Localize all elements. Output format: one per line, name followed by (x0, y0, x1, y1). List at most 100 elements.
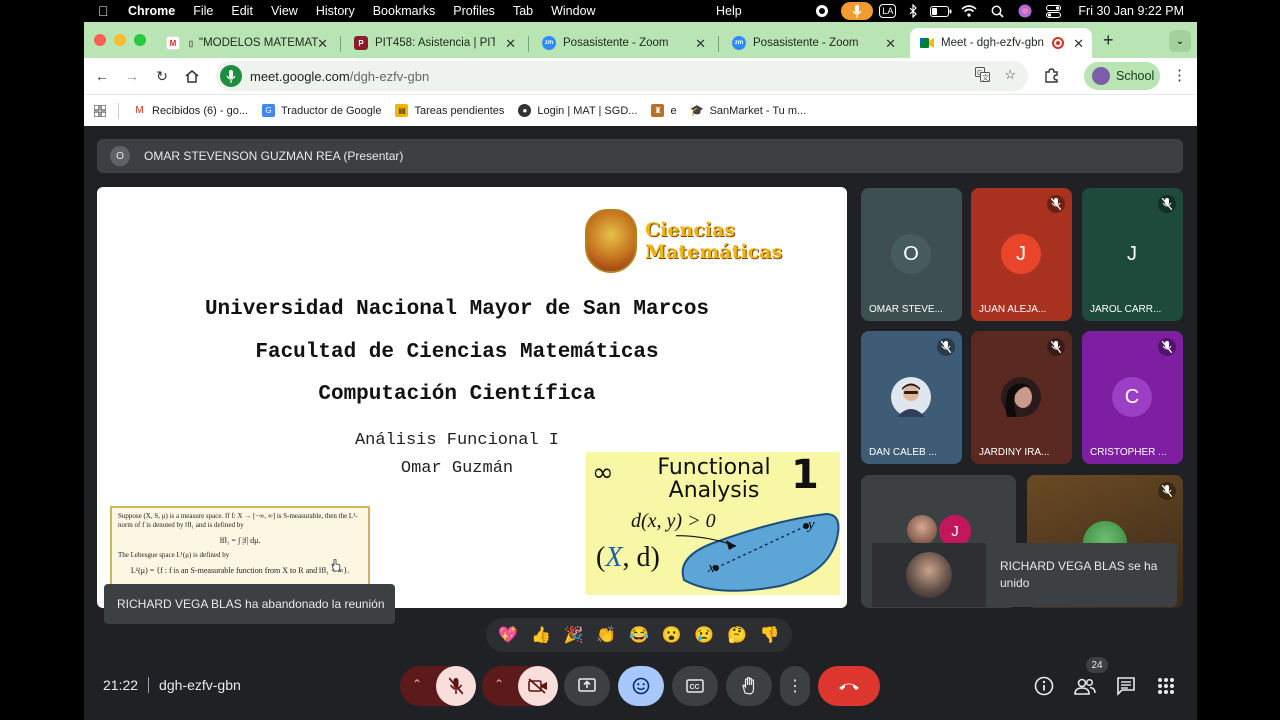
cover-point-x: x (708, 560, 715, 576)
reactions-toggle-button[interactable] (618, 666, 664, 706)
activities-button[interactable] (1153, 673, 1179, 699)
record-status-icon[interactable] (811, 3, 833, 19)
mic-options-chevron-icon[interactable]: ⌃ (412, 677, 422, 691)
more-vertical-icon: ⋮ (787, 678, 803, 695)
bookmark-recibidos[interactable]: M Recibidos (6) - go... (133, 104, 248, 117)
extensions-puzzle-icon[interactable] (1044, 68, 1059, 86)
tab-search-chevron-icon[interactable]: ⌄ (1169, 30, 1191, 52)
notification-photo (872, 543, 986, 607)
close-tab-icon[interactable]: ✕ (317, 36, 328, 52)
menu-help[interactable]: Help (716, 4, 742, 18)
address-bar[interactable]: meet.google.com/dgh-ezfv-gbn G文 ☆ (216, 61, 1028, 91)
toggle-camera-button[interactable] (518, 666, 558, 706)
participant-tile-dan[interactable]: DAN CALEB ... (861, 331, 962, 464)
microphone-in-use-icon[interactable] (841, 2, 874, 20)
home-icon[interactable] (182, 66, 202, 86)
captions-button[interactable]: CC (672, 666, 718, 706)
new-tab-plus-icon[interactable]: + (1103, 30, 1114, 51)
menu-view[interactable]: View (271, 4, 298, 18)
menu-file[interactable]: File (193, 4, 213, 18)
apps-grid-icon[interactable] (94, 104, 106, 117)
participant-tile-cristopher[interactable]: C CRISTOPHER ... (1082, 331, 1183, 464)
translate-icon[interactable]: G文 (975, 67, 991, 85)
reaction-thumbs-up-button[interactable]: 👍 (531, 625, 551, 645)
people-button[interactable] (1072, 673, 1098, 699)
presentation-slide[interactable]: Ciencias Matemáticas Universidad Naciona… (97, 187, 847, 608)
maximize-window-button[interactable] (134, 34, 146, 46)
tab-pit458[interactable]: P PIT458: Asistencia | PITVIRTUAL ✕ (344, 28, 524, 58)
leave-call-button[interactable] (818, 666, 880, 706)
bookmark-tareas[interactable]: ▤ Tareas pendientes (395, 104, 504, 117)
participant-tile-jardiny[interactable]: JARDINY IRA... (971, 331, 1072, 464)
translate-icon: G (261, 104, 275, 117)
bookmark-star-icon[interactable]: ☆ (1004, 67, 1016, 85)
raise-hand-button[interactable] (726, 666, 772, 706)
control-center-icon[interactable] (1042, 3, 1064, 19)
close-tab-icon[interactable]: ✕ (505, 36, 516, 52)
siri-icon[interactable] (1014, 3, 1036, 19)
menu-chrome[interactable]: Chrome (128, 4, 175, 18)
menu-window[interactable]: Window (551, 4, 595, 18)
menu-bookmarks[interactable]: Bookmarks (373, 4, 436, 18)
menu-tab[interactable]: Tab (513, 4, 533, 18)
reaction-clap-button[interactable]: 👏 (596, 625, 616, 645)
participant-photo (906, 552, 952, 598)
participant-avatar: J (1112, 234, 1152, 274)
bookmark-traductor[interactable]: G Traductor de Google (261, 104, 381, 117)
reaction-sad-button[interactable]: 😢 (694, 625, 714, 645)
reaction-surprised-button[interactable]: 😮 (662, 625, 682, 645)
bookmark-e[interactable]: ♜ e (651, 104, 677, 117)
input-source-badge[interactable]: LA (879, 4, 897, 18)
presenter-bar[interactable]: O OMAR STEVENSON GUZMAN REA (Presentar) (97, 139, 1183, 173)
participant-tile-jarol[interactable]: J JAROL CARR... (1082, 188, 1183, 321)
camera-options-chevron-icon[interactable]: ⌃ (494, 677, 504, 691)
reaction-heart-button[interactable]: 💖 (498, 625, 518, 645)
close-tab-icon[interactable]: ✕ (1073, 36, 1084, 52)
meeting-details-button[interactable] (1031, 673, 1057, 699)
cover-space-x: X (605, 542, 623, 573)
profile-button[interactable]: School (1084, 62, 1160, 90)
toggle-microphone-button[interactable] (436, 666, 476, 706)
reaction-laugh-button[interactable]: 😂 (629, 625, 649, 645)
chrome-menu-icon[interactable]: ⋮ (1172, 66, 1187, 84)
back-arrow-icon[interactable]: ← (92, 66, 112, 86)
menu-history[interactable]: History (316, 4, 355, 18)
tab-separator (340, 36, 341, 52)
close-window-button[interactable] (94, 34, 106, 46)
close-tab-icon[interactable]: ✕ (885, 36, 896, 52)
battery-icon[interactable] (930, 3, 952, 19)
logo-line-1: Ciencias (645, 219, 736, 241)
spotlight-search-icon[interactable] (986, 3, 1008, 19)
menu-edit[interactable]: Edit (231, 4, 253, 18)
excerpt-paragraph: The Lebesgue space L¹(μ) is defined by (118, 551, 230, 559)
reaction-party-button[interactable]: 🎉 (564, 625, 584, 645)
site-microphone-icon[interactable] (220, 65, 242, 87)
infinity-symbol-icon: ∞ (592, 458, 614, 488)
minimize-window-button[interactable] (114, 34, 126, 46)
reaction-thumbs-down-button[interactable]: 👎 (760, 625, 780, 645)
tab-modelos[interactable]: M ▯ "MODELOS MATEMATICOS ✕ (156, 28, 336, 58)
reaction-thinking-button[interactable]: 🤔 (727, 625, 747, 645)
present-screen-button[interactable] (564, 666, 610, 706)
bluetooth-icon[interactable] (902, 3, 924, 19)
more-options-button[interactable]: ⋮ (780, 666, 810, 706)
menu-profiles[interactable]: Profiles (453, 4, 495, 18)
meeting-info-left: 21:22 dgh-ezfv-gbn (103, 677, 241, 693)
forward-arrow-icon[interactable]: → (122, 66, 142, 86)
close-tab-icon[interactable]: ✕ (695, 36, 706, 52)
chat-button[interactable] (1113, 673, 1139, 699)
tab-meet-active[interactable]: Meet - dgh-ezfv-gbn ✕ (910, 28, 1092, 58)
tab-zoom-1[interactable]: zm Posasistente - Zoom ✕ (532, 28, 714, 58)
participant-tile-omar[interactable]: O OMAR STEVE... (861, 188, 962, 321)
participant-tile-juan[interactable]: J JUAN ALEJA... (971, 188, 1072, 321)
tab-zoom-2[interactable]: zm Posasistente - Zoom ✕ (722, 28, 904, 58)
wifi-icon[interactable] (958, 3, 980, 19)
reload-icon[interactable]: ↻ (152, 66, 172, 86)
closed-captions-icon: CC (686, 679, 704, 693)
bookmark-login-mat[interactable]: ● Login | MAT | SGD... (518, 104, 637, 117)
apple-menu-icon[interactable]:  (98, 3, 112, 19)
menu-bar-clock[interactable]: Fri 30 Jan 9:22 PM (1078, 4, 1184, 18)
bookmark-label: Tareas pendientes (414, 104, 505, 117)
bookmark-sanmarket[interactable]: 🎓 SanMarket - Tu m... (690, 104, 806, 117)
people-icon (1074, 678, 1096, 695)
